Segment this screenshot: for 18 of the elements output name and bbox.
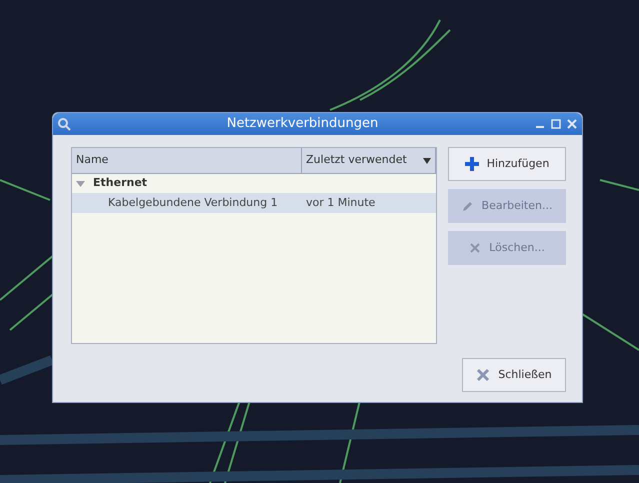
- sort-arrow-icon: [423, 158, 431, 164]
- connection-row[interactable]: Kabelgebundene Verbindung 1 vor 1 Minute: [72, 193, 436, 213]
- expander-icon[interactable]: [76, 179, 85, 188]
- close-icon[interactable]: [566, 118, 578, 130]
- close-x-icon: [476, 368, 490, 382]
- connection-name: Kabelgebundene Verbindung 1: [107, 194, 279, 211]
- delete-icon: [469, 242, 482, 254]
- pencil-icon: [462, 200, 474, 212]
- app-icon: [57, 117, 71, 131]
- column-header[interactable]: Name: [72, 148, 302, 174]
- group-label: Ethernet: [93, 175, 148, 192]
- window-title: Netzwerkverbindungen: [226, 115, 380, 134]
- close-button[interactable]: Schließen: [462, 358, 566, 392]
- plus-icon: [464, 157, 479, 171]
- column-header[interactable]: Zuletzt verwendet: [302, 148, 436, 174]
- maximize-icon[interactable]: [550, 118, 562, 130]
- last-used: vor 1 Minute: [305, 194, 376, 211]
- add-button[interactable]: Hinzufügen: [448, 147, 566, 181]
